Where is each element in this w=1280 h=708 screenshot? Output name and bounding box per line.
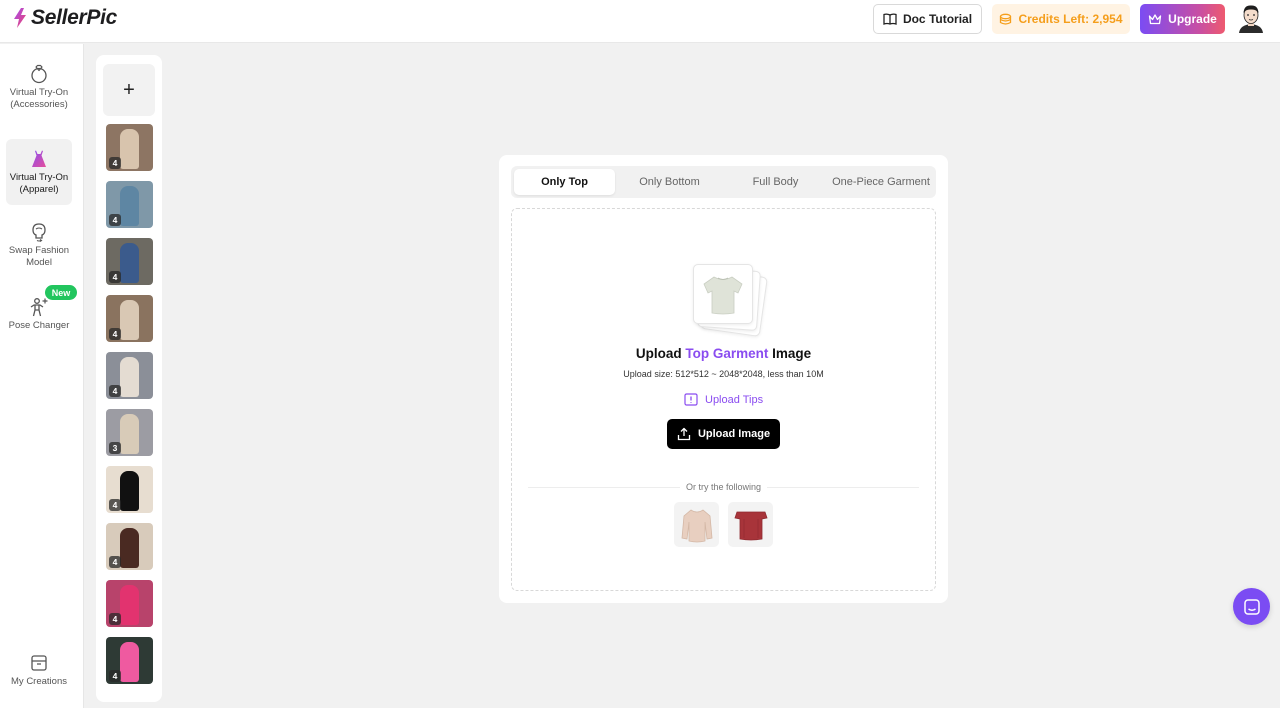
- image-count-badge: 4: [109, 328, 121, 340]
- model-figure: [120, 300, 139, 340]
- image-count-badge: 3: [109, 442, 121, 454]
- upload-icon: [677, 427, 691, 441]
- crown-icon: [1149, 14, 1162, 25]
- model-figure: [120, 471, 139, 511]
- credits-label: Credits Left: 2,954: [1018, 12, 1123, 26]
- nav-item-virtual-try-on-accessories[interactable]: Virtual Try-On (Accessories): [6, 64, 72, 124]
- history-thumbnail[interactable]: 4: [106, 181, 153, 228]
- sample-garment-red-top[interactable]: [728, 502, 773, 547]
- nav-item-label: Swap Fashion Model: [8, 245, 70, 268]
- model-figure: [120, 129, 139, 169]
- logo[interactable]: SellerPic: [12, 5, 117, 31]
- my-creations-label: My Creations: [11, 676, 67, 687]
- nav-item-label: Virtual Try-On (Accessories): [9, 87, 69, 110]
- nav-item-pose-changer[interactable]: Pose Changer: [6, 297, 72, 347]
- history-thumbnail[interactable]: 4: [106, 352, 153, 399]
- image-count-badge: 4: [109, 385, 121, 397]
- sample-garment-beige-sweater[interactable]: [674, 502, 719, 547]
- nav-item-virtual-try-on-apparel[interactable]: Virtual Try-On (Apparel): [6, 139, 72, 205]
- or-try-label: Or try the following: [512, 482, 935, 492]
- tab-full-body[interactable]: Full Body: [725, 169, 826, 195]
- dress-icon: [32, 150, 46, 167]
- ring-icon: [31, 64, 47, 84]
- doc-tutorial-button[interactable]: Doc Tutorial: [873, 4, 982, 34]
- upload-title-prefix: Upload: [635, 346, 686, 361]
- history-panel: + 4 4 4 4 4 3 4 4 4 4: [96, 55, 162, 702]
- brand-name: SellerPic: [31, 6, 118, 29]
- model-figure: [120, 414, 139, 454]
- model-figure: [120, 243, 139, 283]
- new-badge: New: [45, 285, 77, 300]
- upload-image-label: Upload Image: [697, 428, 771, 440]
- image-count-badge: 4: [109, 556, 121, 568]
- upload-image-button[interactable]: Upload Image: [667, 419, 780, 449]
- model-figure: [120, 357, 139, 397]
- garment-type-tabs: Only Top Only Bottom Full Body One-Piece…: [511, 166, 936, 198]
- image-count-badge: 4: [109, 613, 121, 625]
- upload-tips-link[interactable]: Upload Tips: [684, 392, 763, 408]
- image-count-badge: 4: [109, 271, 121, 283]
- or-try-text: Or try the following: [679, 482, 768, 492]
- sweater-icon: [681, 508, 712, 542]
- history-thumbnail[interactable]: 4: [106, 580, 153, 627]
- model-figure: [120, 186, 139, 226]
- history-thumbnail[interactable]: 3: [106, 409, 153, 456]
- image-count-badge: 4: [109, 499, 121, 511]
- history-thumbnail[interactable]: 4: [106, 523, 153, 570]
- face-swap-icon: [32, 223, 46, 242]
- upload-title: Upload Top Garment Image: [512, 346, 935, 361]
- tab-only-bottom[interactable]: Only Bottom: [619, 169, 720, 195]
- nav-item-swap-fashion-model[interactable]: Swap Fashion Model: [6, 222, 72, 272]
- upload-size-note: Upload size: 512*512 ~ 2048*2048, less t…: [623, 369, 824, 379]
- upgrade-label: Upgrade: [1168, 12, 1217, 26]
- chat-support-button[interactable]: [1233, 588, 1270, 625]
- model-figure: [120, 642, 139, 682]
- t-shirt-icon: [703, 276, 743, 315]
- image-count-badge: 4: [109, 214, 121, 226]
- coins-icon: [1000, 13, 1012, 25]
- image-count-badge: 4: [109, 157, 121, 169]
- upload-title-highlight: Top Garment: [685, 346, 769, 361]
- tab-only-top[interactable]: Only Top: [514, 169, 615, 195]
- book-icon: [883, 13, 897, 25]
- upload-title-suffix: Image: [768, 346, 812, 361]
- history-thumbnail[interactable]: 4: [106, 637, 153, 684]
- credits-button[interactable]: Credits Left: 2,954: [992, 4, 1130, 34]
- tab-one-piece-garment[interactable]: One-Piece Garment: [829, 169, 933, 195]
- upload-dropzone[interactable]: Upload Top Garment Image Upload size: 51…: [511, 208, 936, 591]
- pose-icon: [30, 298, 48, 317]
- upload-tips-label: Upload Tips: [705, 394, 764, 406]
- garment-preview-stack: [693, 264, 768, 337]
- chat-icon: [1243, 598, 1260, 615]
- nav-item-my-creations[interactable]: My Creations: [6, 653, 72, 689]
- top-bar: SellerPic Doc Tutorial Credits Left: 2,9…: [0, 0, 1280, 43]
- add-new-button[interactable]: +: [103, 64, 155, 116]
- tips-icon: [684, 393, 698, 406]
- left-nav: Virtual Try-On (Accessories) Virtual Try…: [0, 44, 84, 708]
- model-figure: [120, 585, 139, 625]
- nav-item-label: Pose Changer: [8, 320, 70, 331]
- upgrade-button[interactable]: Upgrade: [1140, 4, 1225, 34]
- doc-tutorial-label: Doc Tutorial: [902, 12, 973, 26]
- upload-card: Only Top Only Bottom Full Body One-Piece…: [499, 155, 948, 603]
- logo-mark-icon: [14, 8, 26, 28]
- avatar[interactable]: [1236, 3, 1266, 33]
- nav-item-label: Virtual Try-On (Apparel): [9, 172, 69, 195]
- history-thumbnail[interactable]: 4: [106, 466, 153, 513]
- history-thumbnail[interactable]: 4: [106, 295, 153, 342]
- archive-box-icon: [31, 655, 47, 671]
- history-thumbnail[interactable]: 4: [106, 124, 153, 171]
- red-top-icon: [733, 511, 768, 540]
- image-count-badge: 4: [109, 670, 121, 682]
- history-thumbnail[interactable]: 4: [106, 238, 153, 285]
- model-figure: [120, 528, 139, 568]
